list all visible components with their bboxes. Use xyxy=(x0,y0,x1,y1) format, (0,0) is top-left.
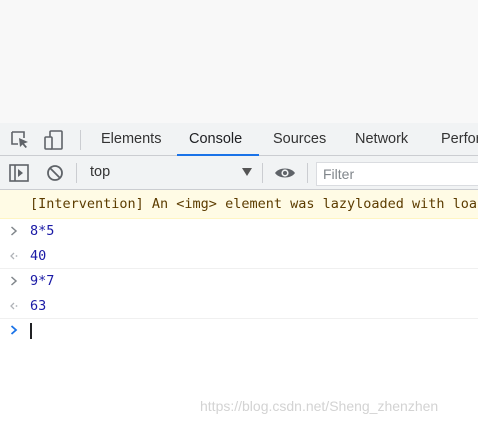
console-input-row: 9*7 xyxy=(0,269,478,294)
tab-console[interactable]: Console xyxy=(177,123,259,156)
console-warning-message: [Intervention] An <img> element was lazy… xyxy=(0,190,478,219)
console-messages: [Intervention] An <img> element was lazy… xyxy=(0,190,478,343)
filter-input[interactable] xyxy=(316,162,478,186)
toolbar-divider xyxy=(80,130,81,150)
tab-elements[interactable]: Elements xyxy=(89,123,173,155)
tab-sources[interactable]: Sources xyxy=(261,123,338,155)
device-toolbar-icon[interactable] xyxy=(42,129,66,151)
console-output-value: 40 xyxy=(30,248,47,264)
console-prompt[interactable] xyxy=(0,319,478,343)
context-selector[interactable]: top xyxy=(84,162,258,184)
console-input-text: 9*7 xyxy=(30,273,55,289)
tab-performance[interactable]: Perfor xyxy=(429,123,478,155)
sidebar-toggle-icon[interactable] xyxy=(8,162,30,184)
console-output-value: 63 xyxy=(30,298,47,314)
result-arrow-icon xyxy=(9,299,19,313)
console-input-text: 8*5 xyxy=(30,223,55,239)
warning-text: [Intervention] An <img> element was lazy… xyxy=(30,196,478,212)
page-content-area xyxy=(0,0,478,123)
console-toolbar: top xyxy=(0,156,478,190)
console-output-row: 63 xyxy=(0,294,478,319)
watermark: https://blog.csdn.net/Sheng_zhenzhen xyxy=(200,398,439,414)
toolbar-divider xyxy=(262,163,263,183)
devtools-tabbar: Elements Console Sources Network Perfor xyxy=(0,123,478,156)
text-caret xyxy=(30,323,32,339)
chevron-down-icon xyxy=(242,168,252,176)
devtools-panel: Elements Console Sources Network Perfor … xyxy=(0,123,478,425)
eye-icon[interactable] xyxy=(274,162,296,184)
result-arrow-icon xyxy=(9,249,19,263)
toolbar-divider xyxy=(76,163,77,183)
console-output-row: 40 xyxy=(0,244,478,269)
clear-console-icon[interactable] xyxy=(44,162,66,184)
toolbar-divider xyxy=(307,163,308,183)
console-input-row: 8*5 xyxy=(0,219,478,244)
chevron-right-icon xyxy=(9,274,19,288)
chevron-right-icon xyxy=(9,224,19,238)
context-value: top xyxy=(90,164,111,180)
tab-network[interactable]: Network xyxy=(343,123,420,155)
prompt-chevron-icon xyxy=(9,323,19,337)
inspect-element-icon[interactable] xyxy=(8,129,32,151)
